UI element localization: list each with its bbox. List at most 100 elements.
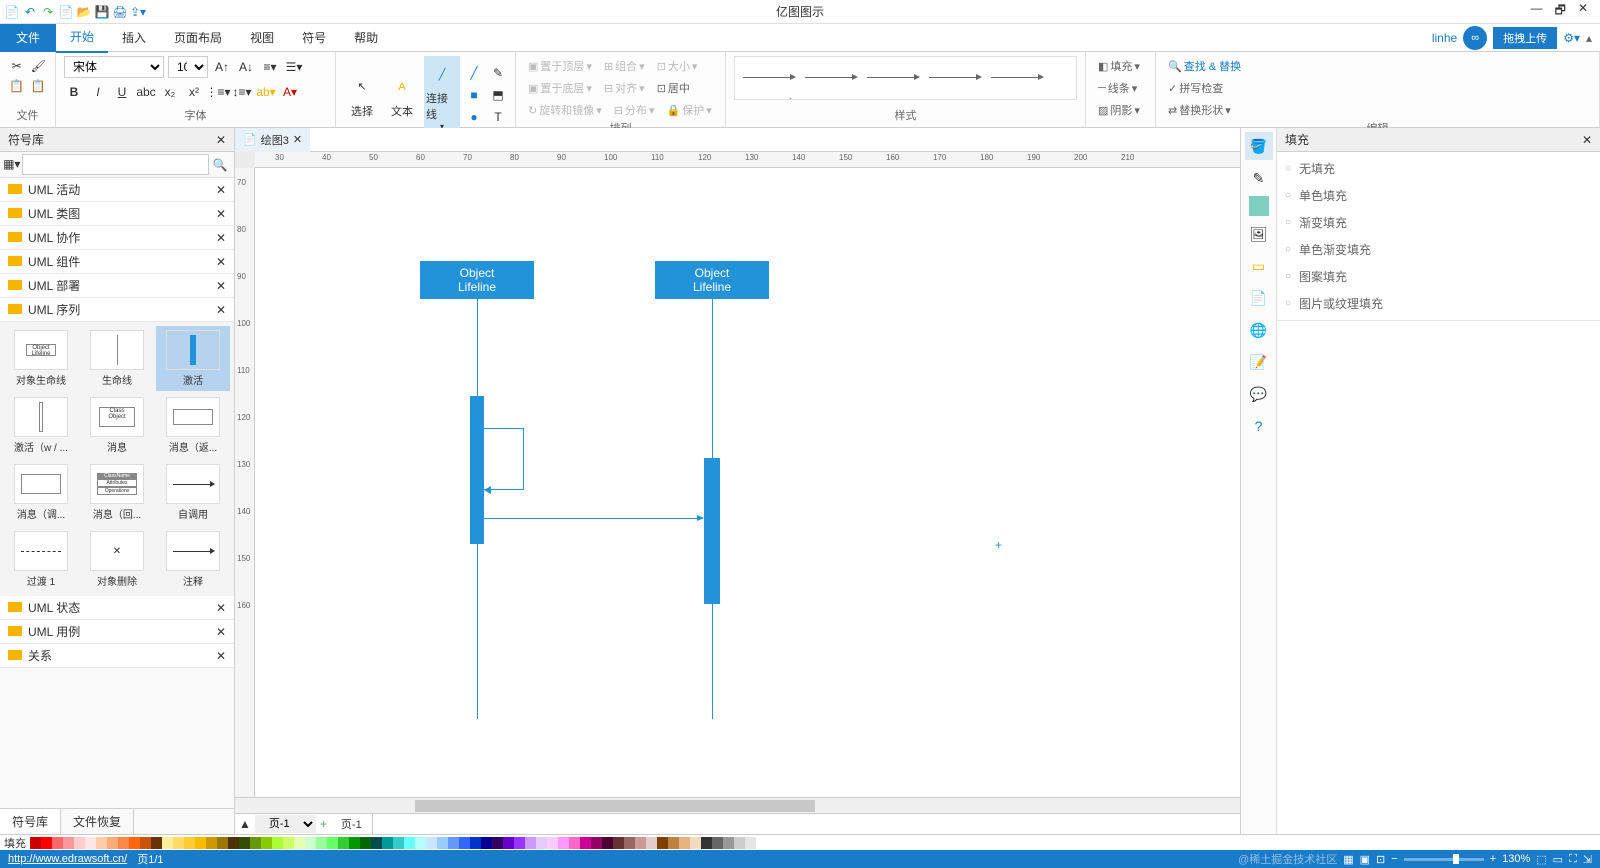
cat-uml-sequence[interactable]: UML 序列✕ xyxy=(0,298,234,322)
color-swatch[interactable] xyxy=(162,837,173,849)
color-swatch[interactable] xyxy=(41,837,52,849)
settings-icon[interactable]: ⚙▾ xyxy=(1563,31,1580,45)
spellcheck-button[interactable]: ✓ 拼写检查 xyxy=(1164,78,1591,98)
color-swatch[interactable] xyxy=(558,837,569,849)
cat-uml-usecase[interactable]: UML 用例✕ xyxy=(0,620,234,644)
send-back-button[interactable]: ▣ 置于底层▾ xyxy=(524,78,596,98)
sym-message-call[interactable]: 消息（调... xyxy=(4,460,78,525)
bullets-icon[interactable]: ⋮≡▾ xyxy=(208,82,228,102)
export-icon[interactable]: ⇪▾ xyxy=(130,4,146,20)
paste-icon[interactable]: 📋 xyxy=(30,76,48,96)
color-swatch[interactable] xyxy=(129,837,140,849)
group-button[interactable]: ⊞ 组合▾ xyxy=(600,56,649,76)
view-mode-icon-3[interactable]: ⊡ xyxy=(1376,853,1385,866)
fill-solid[interactable]: 单色填充 xyxy=(1285,187,1592,204)
left-tab-restore[interactable]: 文件恢复 xyxy=(61,809,134,834)
increase-font-icon[interactable]: A↑ xyxy=(212,57,232,77)
search-icon[interactable]: 🔍 xyxy=(209,154,232,175)
sym-obj-delete[interactable]: ✕对象删除 xyxy=(80,527,154,592)
left-tab-library[interactable]: 符号库 xyxy=(0,809,61,834)
document-tab[interactable]: 📄 绘图3 ✕ xyxy=(235,128,310,152)
shadow-button[interactable]: ▨ 阴影▾ xyxy=(1094,100,1147,120)
color-swatch[interactable] xyxy=(734,837,745,849)
color-swatch[interactable] xyxy=(349,837,360,849)
fill-mono-gradient[interactable]: 单色渐变填充 xyxy=(1285,241,1592,258)
zoom-out-button[interactable]: − xyxy=(1391,853,1397,865)
font-color-icon[interactable]: A▾ xyxy=(280,82,300,102)
color-swatch[interactable] xyxy=(459,837,470,849)
zoom-slider[interactable] xyxy=(1404,858,1484,861)
edit-tab-icon[interactable]: 📝 xyxy=(1245,348,1273,376)
cat-uml-state[interactable]: UML 状态✕ xyxy=(0,596,234,620)
copy-icon[interactable]: 📋 xyxy=(8,76,26,96)
redo-icon[interactable]: ↷ xyxy=(40,4,56,20)
search-input[interactable] xyxy=(22,154,209,175)
color-swatch[interactable] xyxy=(30,837,41,849)
status-url[interactable]: http://www.edrawsoft.cn/ xyxy=(8,853,127,865)
right-panel-close-icon[interactable]: ✕ xyxy=(1582,133,1592,147)
circle-tool-icon[interactable]: ● xyxy=(464,107,484,127)
new-icon[interactable]: 📄 xyxy=(58,4,74,20)
sym-activation-w[interactable]: 激活（w / ... xyxy=(4,393,78,458)
color-swatch[interactable] xyxy=(415,837,426,849)
page-nav-up[interactable]: ▲ xyxy=(235,817,255,831)
color-swatch[interactable] xyxy=(239,837,250,849)
color-swatch[interactable] xyxy=(426,837,437,849)
color-swatch[interactable] xyxy=(360,837,371,849)
underline-button[interactable]: U xyxy=(112,82,132,102)
color-swatch[interactable] xyxy=(492,837,503,849)
fit-icon-3[interactable]: ⛶ xyxy=(1569,853,1577,866)
paint-icon[interactable]: 🖌 xyxy=(30,56,48,76)
color-swatch[interactable] xyxy=(646,837,657,849)
line-tool-icon[interactable]: ╱ xyxy=(464,63,484,83)
decrease-font-icon[interactable]: A↓ xyxy=(236,57,256,77)
strike-button[interactable]: abc xyxy=(136,82,156,102)
sym-lifeline-obj[interactable]: ObjectLifeline对象生命线 xyxy=(4,326,78,391)
color-swatch[interactable] xyxy=(107,837,118,849)
color-swatch[interactable] xyxy=(668,837,679,849)
view-mode-icon-1[interactable]: ▦ xyxy=(1343,853,1353,866)
color-swatch[interactable] xyxy=(294,837,305,849)
bold-button[interactable]: B xyxy=(64,82,84,102)
help-tab-icon[interactable]: ? xyxy=(1245,412,1273,440)
close-button[interactable]: ✕ xyxy=(1578,1,1588,22)
fill-none[interactable]: 无填充 xyxy=(1285,160,1592,177)
color-swatch[interactable] xyxy=(404,837,415,849)
color-swatch[interactable] xyxy=(327,837,338,849)
color-swatch[interactable] xyxy=(580,837,591,849)
tab-symbol[interactable]: 符号 xyxy=(288,23,340,52)
color-swatch[interactable] xyxy=(382,837,393,849)
text-tool[interactable]: A文本 xyxy=(384,69,420,121)
color-swatch[interactable] xyxy=(591,837,602,849)
collapse-ribbon-icon[interactable]: ▴ xyxy=(1586,31,1592,45)
pencil-icon[interactable]: ✎ xyxy=(488,63,508,83)
image-tab-icon[interactable]: 🖼 xyxy=(1245,220,1273,248)
color-swatch[interactable] xyxy=(74,837,85,849)
highlight-icon[interactable]: ab▾ xyxy=(256,82,276,102)
open-icon[interactable]: 📂 xyxy=(76,4,92,20)
fill-gradient[interactable]: 渐变填充 xyxy=(1285,214,1592,231)
color-swatch[interactable] xyxy=(217,837,228,849)
sym-message[interactable]: ClassObject消息 xyxy=(80,393,154,458)
color-swatch[interactable] xyxy=(525,837,536,849)
arrow-style-2[interactable] xyxy=(805,62,855,78)
minimize-button[interactable]: — xyxy=(1531,1,1543,22)
arrow-style-4[interactable] xyxy=(929,62,979,78)
color-swatch[interactable] xyxy=(547,837,558,849)
color-swatch[interactable] xyxy=(635,837,646,849)
tab-help[interactable]: 帮助 xyxy=(340,23,392,52)
color-swatch[interactable] xyxy=(250,837,261,849)
line-tab-icon[interactable]: ✎ xyxy=(1245,164,1273,192)
add-page-button[interactable]: + xyxy=(316,817,331,831)
sym-lifeline[interactable]: 生命线 xyxy=(80,326,154,391)
restore-button[interactable]: 🗗 xyxy=(1555,1,1566,22)
color-swatch[interactable] xyxy=(723,837,734,849)
color-swatch[interactable] xyxy=(613,837,624,849)
cat-uml-component[interactable]: UML 组件✕ xyxy=(0,250,234,274)
self-message-box[interactable] xyxy=(484,428,524,490)
cat-uml-activity[interactable]: UML 活动✕ xyxy=(0,178,234,202)
subscript-button[interactable]: x₂ xyxy=(160,82,180,102)
color-swatch[interactable] xyxy=(602,837,613,849)
web-tab-icon[interactable]: 🌐 xyxy=(1245,316,1273,344)
color-tab-icon[interactable] xyxy=(1249,196,1269,216)
